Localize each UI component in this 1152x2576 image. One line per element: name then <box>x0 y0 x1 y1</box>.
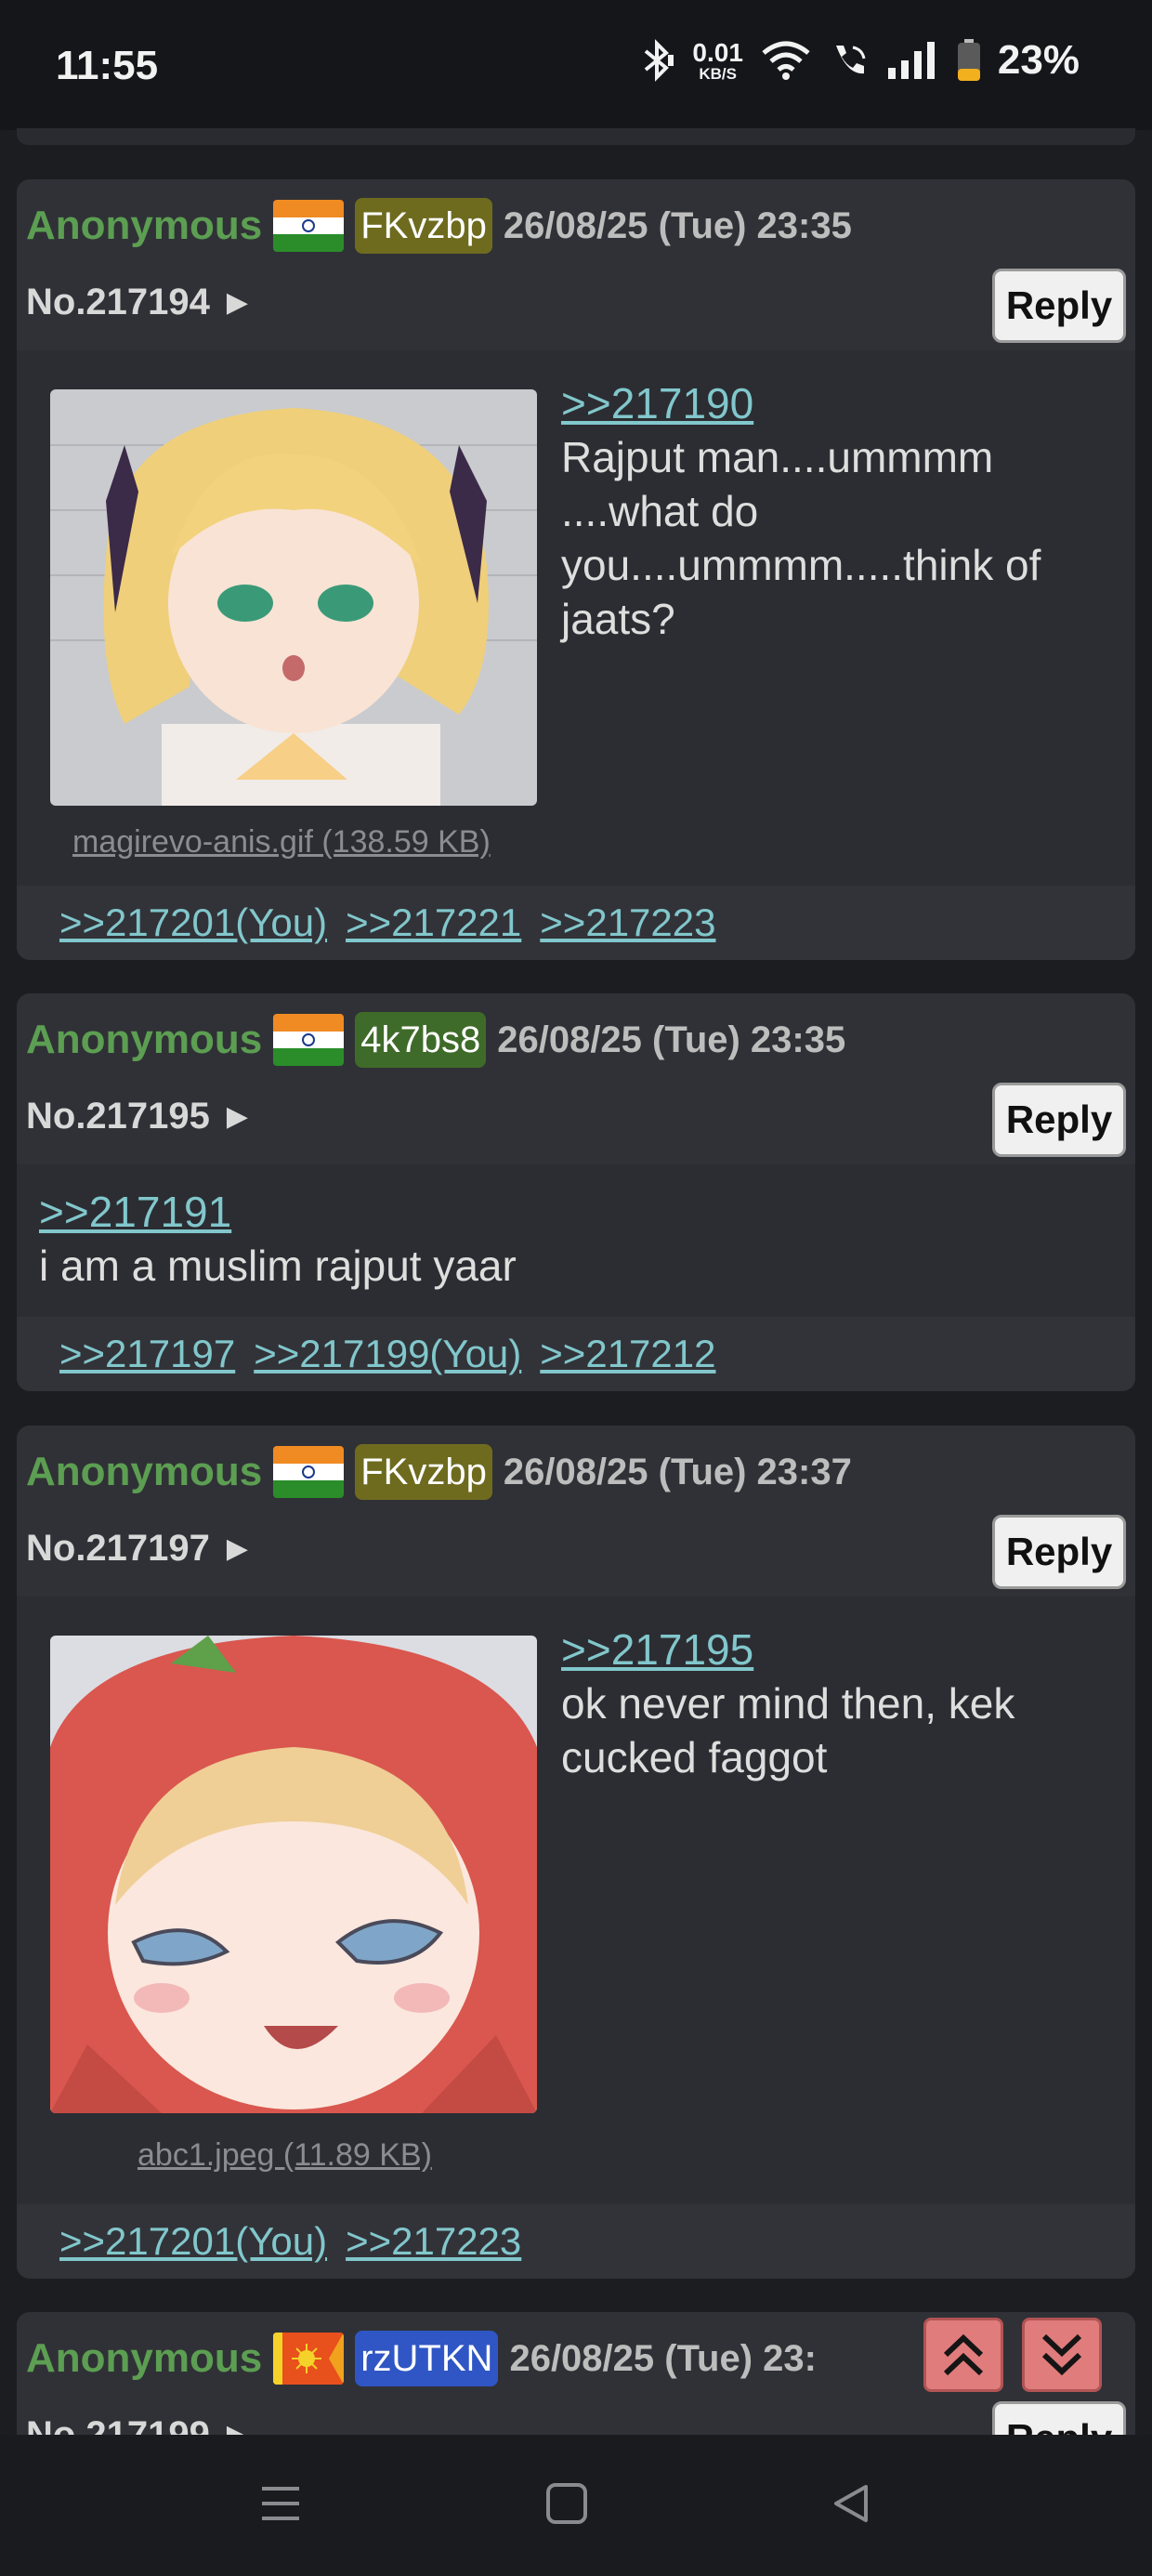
reply-button[interactable]: Reply <box>992 269 1126 343</box>
post-message: >>217191 i am a muslim rajput yaar <box>39 1185 1117 1293</box>
network-speed-value: 0.01 <box>692 37 743 67</box>
poster-id-badge[interactable]: FKvzbp <box>355 1444 492 1500</box>
post-217197: Anonymous FKvzbp 26/08/25 (Tue) 23:37 No… <box>17 1426 1135 2279</box>
post-date: 26/08/25 (Tue) 23:37 <box>503 1451 852 1492</box>
backlinks: >>217201(You) >>217223 <box>17 2204 1135 2279</box>
poster-name: Anonymous <box>26 2335 263 2381</box>
post-date: 26/08/25 (Tue) 23:35 <box>497 1019 846 1060</box>
poster-name: Anonymous <box>26 1017 263 1062</box>
scroll-bottom-button[interactable] <box>1022 2318 1102 2392</box>
poster-name: Anonymous <box>26 1449 263 1494</box>
post-body: magirevo-anis.gif (138.59 KB) >>217190 R… <box>17 350 1135 960</box>
network-speed-unit: KB/S <box>699 64 737 83</box>
india-flag-icon <box>273 200 345 252</box>
post-date: 26/08/25 (Tue) 23: <box>509 2337 817 2379</box>
file-name-link[interactable]: magirevo-anis.gif (138.59 KB) <box>72 824 491 861</box>
post-number[interactable]: No.217199 <box>26 2414 210 2435</box>
india-flag-icon <box>273 1446 345 1498</box>
post-menu-arrow-icon[interactable]: ▶ <box>227 1532 248 1565</box>
back-triangle-icon[interactable] <box>829 2481 873 2526</box>
backlink[interactable]: >>217212 <box>540 1332 715 1376</box>
post-meta: Anonymous FKvzbp 26/08/25 (Tue) 23:35 <box>26 196 852 256</box>
signal-icon <box>887 42 935 79</box>
post-menu-arrow-icon[interactable]: ▶ <box>227 1100 248 1133</box>
post-number[interactable]: No.217194 <box>26 282 210 323</box>
backlink[interactable]: >>217201(You) <box>59 2219 327 2264</box>
battery-percent: 23% <box>997 37 1080 83</box>
post-message: >>217190 Rajput man....ummmm ....what do… <box>561 376 1119 646</box>
post-number[interactable]: No.217197 <box>26 1528 210 1570</box>
post-date: 26/08/25 (Tue) 23:35 <box>503 204 852 246</box>
home-square-icon[interactable] <box>544 2481 589 2526</box>
backlinks: >>217197 >>217199(You) >>217212 <box>17 1317 1135 1391</box>
poster-id-badge[interactable]: rzUTKN <box>355 2331 499 2386</box>
post-header: Anonymous FKvzbp 26/08/25 (Tue) 23:35 No… <box>17 179 1135 350</box>
post-image-thumbnail[interactable] <box>50 1636 537 2113</box>
post-body: abc1.jpeg (11.89 KB) >>217195 ok never m… <box>17 1597 1135 2279</box>
backlink[interactable]: >>217223 <box>540 900 715 945</box>
backlink[interactable]: >>217223 <box>346 2219 521 2264</box>
wifi-icon <box>762 41 810 80</box>
post-number[interactable]: No.217195 <box>26 1096 210 1137</box>
post-image-thumbnail[interactable] <box>50 389 537 806</box>
backlink[interactable]: >>217199(You) <box>254 1332 521 1376</box>
reply-button[interactable]: Reply <box>992 1083 1126 1157</box>
post-header: Anonymous 4k7bs8 26/08/25 (Tue) 23:35 No… <box>17 993 1135 1164</box>
post-menu-arrow-icon[interactable]: ▶ <box>227 2419 248 2435</box>
post-text: i am a muslim rajput yaar <box>39 1242 517 1290</box>
post-meta: Anonymous 4k7bs8 26/08/25 (Tue) 23:35 <box>26 1010 845 1070</box>
status-bar: 11:55 0.01 KB/S 23% <box>0 0 1152 130</box>
scroll-top-button[interactable] <box>923 2318 1003 2392</box>
wifi-calling-icon <box>835 46 866 74</box>
backlink[interactable]: >>217197 <box>59 1332 235 1376</box>
regional-flag-icon <box>273 2333 345 2385</box>
post-217195: Anonymous 4k7bs8 26/08/25 (Tue) 23:35 No… <box>17 993 1135 1391</box>
network-speed: 0.01 KB/S <box>692 37 743 83</box>
quote-link[interactable]: >>217190 <box>561 376 1119 430</box>
previous-post-edge <box>17 128 1135 145</box>
india-flag-icon <box>273 1014 345 1066</box>
post-message: >>217195 ok never mind then, kek cucked … <box>561 1623 1119 1784</box>
poster-name: Anonymous <box>26 203 263 248</box>
quote-link[interactable]: >>217195 <box>561 1623 1119 1676</box>
status-icons: 0.01 KB/S 23% <box>638 37 1080 84</box>
backlink[interactable]: >>217201(You) <box>59 900 327 945</box>
post-text: Rajput man....ummmm ....what do you....u… <box>561 433 1041 643</box>
bluetooth-icon <box>645 39 674 82</box>
post-menu-arrow-icon[interactable]: ▶ <box>227 286 248 319</box>
menu-icon[interactable] <box>258 2481 303 2526</box>
post-body: >>217191 i am a muslim rajput yaar >>217… <box>17 1164 1135 1391</box>
post-text: ok never mind then, kek cucked faggot <box>561 1679 1015 1781</box>
backlink[interactable]: >>217221 <box>346 900 521 945</box>
status-time: 11:55 <box>56 43 159 88</box>
poster-id-badge[interactable]: FKvzbp <box>355 198 492 254</box>
post-header: Anonymous FKvzbp 26/08/25 (Tue) 23:37 No… <box>17 1426 1135 1597</box>
battery-icon <box>957 39 980 81</box>
quote-link[interactable]: >>217191 <box>39 1185 231 1239</box>
post-meta: Anonymous FKvzbp 26/08/25 (Tue) 23:37 <box>26 1442 852 1502</box>
system-nav-bar <box>0 2435 1152 2576</box>
post-meta: Anonymous rzUTKN 26/08/25 (Tue) 23: <box>26 2329 817 2388</box>
reply-button[interactable]: Reply <box>992 2401 1126 2435</box>
backlinks: >>217201(You) >>217221 >>217223 <box>17 886 1135 960</box>
double-chevron-down-icon <box>1041 2333 1082 2376</box>
file-name-link[interactable]: abc1.jpeg (11.89 KB) <box>137 2137 432 2174</box>
reply-button[interactable]: Reply <box>992 1515 1126 1589</box>
poster-id-badge[interactable]: 4k7bs8 <box>355 1012 487 1068</box>
double-chevron-up-icon <box>943 2333 984 2376</box>
post-217194: Anonymous FKvzbp 26/08/25 (Tue) 23:35 No… <box>17 179 1135 960</box>
